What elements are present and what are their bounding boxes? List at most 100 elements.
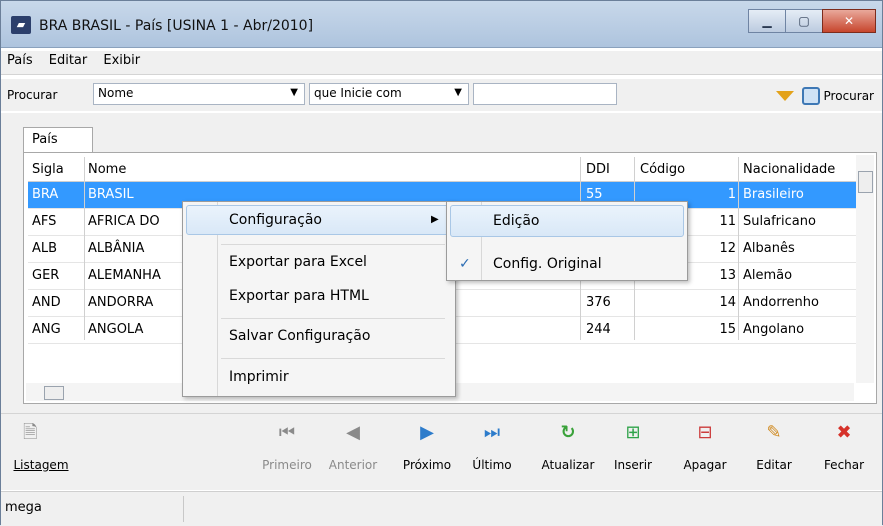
cell-nacionalidade: Brasileiro bbox=[743, 187, 804, 202]
apagar-button[interactable]: ⊟ Apagar bbox=[677, 422, 733, 472]
cell-nome: AFRICA DO bbox=[88, 214, 160, 229]
search-field-value: Nome bbox=[98, 86, 134, 100]
delete-icon: ⊟ bbox=[697, 422, 713, 443]
last-record-icon: ⏭ bbox=[483, 422, 501, 443]
atualizar-button[interactable]: ↻ Atualizar bbox=[533, 422, 603, 472]
primeiro-button[interactable]: ⏮ Primeiro bbox=[255, 422, 319, 472]
search-field-select[interactable]: Nome ▼ bbox=[93, 83, 305, 105]
maximize-button[interactable]: ▢ bbox=[785, 9, 823, 33]
column-divider bbox=[84, 157, 85, 340]
chevron-down-icon: ▼ bbox=[454, 87, 462, 98]
cell-codigo: 15 bbox=[719, 322, 736, 337]
submenu-item-edicao[interactable]: Edição bbox=[493, 213, 539, 229]
cell-codigo: 1 bbox=[727, 187, 736, 202]
search-mode-select[interactable]: que Inicie com ▼ bbox=[309, 83, 469, 105]
ultimo-label: Último bbox=[472, 458, 512, 472]
scroll-thumb[interactable] bbox=[858, 171, 873, 193]
window-title: BRA BRASIL - País [USINA 1 - Abr/2010] bbox=[39, 18, 314, 34]
listagem-button[interactable]: 🗎 Listagem bbox=[11, 422, 71, 472]
anterior-label: Anterior bbox=[328, 458, 378, 472]
close-icon: ✖ bbox=[836, 422, 852, 443]
cell-sigla: ALB bbox=[32, 241, 58, 256]
search-button[interactable]: Procurar bbox=[775, 87, 874, 105]
insert-icon: ⊞ bbox=[625, 422, 641, 443]
submenu: Edição ✓ Config. Original bbox=[446, 201, 688, 281]
app-logo-icon: ▰ bbox=[11, 16, 31, 34]
header-sigla[interactable]: Sigla bbox=[32, 162, 64, 177]
title-bar[interactable]: ▰ BRA BRASIL - País [USINA 1 - Abr/2010]… bbox=[1, 1, 882, 48]
proximo-label: Próximo bbox=[402, 458, 452, 472]
cell-sigla: GER bbox=[32, 268, 60, 283]
search-label: Procurar bbox=[7, 88, 58, 102]
grid-header: Sigla Nome DDI Código Nacionalidade bbox=[28, 157, 856, 182]
cell-nome: ANGOLA bbox=[88, 322, 144, 337]
menu-separator bbox=[221, 318, 445, 319]
cell-sigla: AFS bbox=[32, 214, 57, 229]
proximo-button[interactable]: ▶ Próximo bbox=[395, 422, 459, 472]
atualizar-label: Atualizar bbox=[541, 458, 595, 472]
primeiro-label: Primeiro bbox=[262, 458, 312, 472]
editar-label: Editar bbox=[756, 458, 792, 472]
cell-codigo: 14 bbox=[719, 295, 736, 310]
scroll-thumb[interactable] bbox=[44, 386, 64, 400]
header-nome[interactable]: Nome bbox=[88, 162, 126, 177]
column-divider bbox=[738, 157, 739, 340]
menu-separator bbox=[221, 244, 445, 245]
cell-nome: ANDORRA bbox=[88, 295, 154, 310]
document-icon: 🗎 bbox=[23, 422, 38, 443]
menu-item-imprimir[interactable]: Imprimir bbox=[229, 369, 289, 385]
menu-bar: País Editar Exibir bbox=[1, 51, 882, 75]
fechar-label: Fechar bbox=[823, 458, 865, 472]
cell-nome: BRASIL bbox=[88, 187, 134, 202]
cell-ddi: 55 bbox=[586, 187, 603, 202]
chevron-down-icon: ▼ bbox=[290, 87, 298, 98]
minimize-button[interactable]: ▁ bbox=[748, 9, 786, 33]
first-record-icon: ⏮ bbox=[278, 422, 296, 443]
cell-ddi: 244 bbox=[586, 322, 611, 337]
menu-item-salvar-configuracao[interactable]: Salvar Configuração bbox=[229, 328, 370, 344]
search-input[interactable] bbox=[473, 83, 617, 105]
submenu-item-config-original[interactable]: Config. Original bbox=[493, 256, 602, 272]
search-bar: Procurar Nome ▼ que Inicie com ▼ Procura… bbox=[1, 79, 882, 111]
header-ddi[interactable]: DDI bbox=[586, 162, 610, 177]
search-mode-value: que Inicie com bbox=[314, 86, 402, 100]
edit-icon: ✎ bbox=[766, 422, 782, 443]
cell-sigla: BRA bbox=[32, 187, 59, 202]
menu-editar[interactable]: Editar bbox=[43, 51, 94, 70]
apagar-label: Apagar bbox=[683, 458, 727, 472]
chevron-right-icon: ▶ bbox=[431, 214, 439, 225]
menu-item-configuracao[interactable]: Configuração bbox=[229, 212, 322, 228]
cell-nacionalidade: Angolano bbox=[743, 322, 805, 337]
status-text: mega bbox=[5, 500, 42, 515]
inserir-label: Inserir bbox=[614, 458, 652, 472]
cell-sigla: AND bbox=[32, 295, 61, 310]
cell-nacionalidade: Andorrenho bbox=[743, 295, 819, 310]
ultimo-button[interactable]: ⏭ Último bbox=[467, 422, 517, 472]
anterior-button[interactable]: ◀ Anterior bbox=[321, 422, 385, 472]
status-bar: mega bbox=[1, 491, 882, 526]
search-button-label: Procurar bbox=[823, 89, 874, 103]
vertical-scrollbar[interactable] bbox=[856, 155, 874, 383]
fechar-button[interactable]: ✖ Fechar bbox=[819, 422, 869, 472]
header-codigo[interactable]: Código bbox=[640, 162, 685, 177]
menu-pais[interactable]: País bbox=[1, 51, 39, 70]
menu-exibir[interactable]: Exibir bbox=[97, 51, 146, 70]
previous-icon: ◀ bbox=[346, 422, 360, 443]
context-menu: Configuração ▶ Exportar para Excel Expor… bbox=[182, 201, 456, 397]
bottom-toolbar: 🗎 Listagem ⏮ Primeiro ◀ Anterior ▶ Próxi… bbox=[1, 413, 882, 490]
close-button[interactable]: ✕ bbox=[822, 9, 876, 33]
menu-separator bbox=[221, 358, 445, 359]
menu-item-exportar-excel[interactable]: Exportar para Excel bbox=[229, 254, 367, 270]
listagem-label: Listagem bbox=[13, 458, 69, 472]
tab-pais[interactable]: País bbox=[23, 127, 93, 153]
cell-nome: ALBÂNIA bbox=[88, 241, 145, 256]
check-icon: ✓ bbox=[459, 256, 471, 272]
menu-item-exportar-html[interactable]: Exportar para HTML bbox=[229, 288, 369, 304]
filter-icon[interactable] bbox=[775, 91, 794, 101]
inserir-button[interactable]: ⊞ Inserir bbox=[609, 422, 657, 472]
editar-button[interactable]: ✎ Editar bbox=[751, 422, 797, 472]
status-divider bbox=[183, 496, 184, 522]
cell-sigla: ANG bbox=[32, 322, 61, 337]
cell-nome: ALEMANHA bbox=[88, 268, 161, 283]
header-nacionalidade[interactable]: Nacionalidade bbox=[743, 162, 835, 177]
